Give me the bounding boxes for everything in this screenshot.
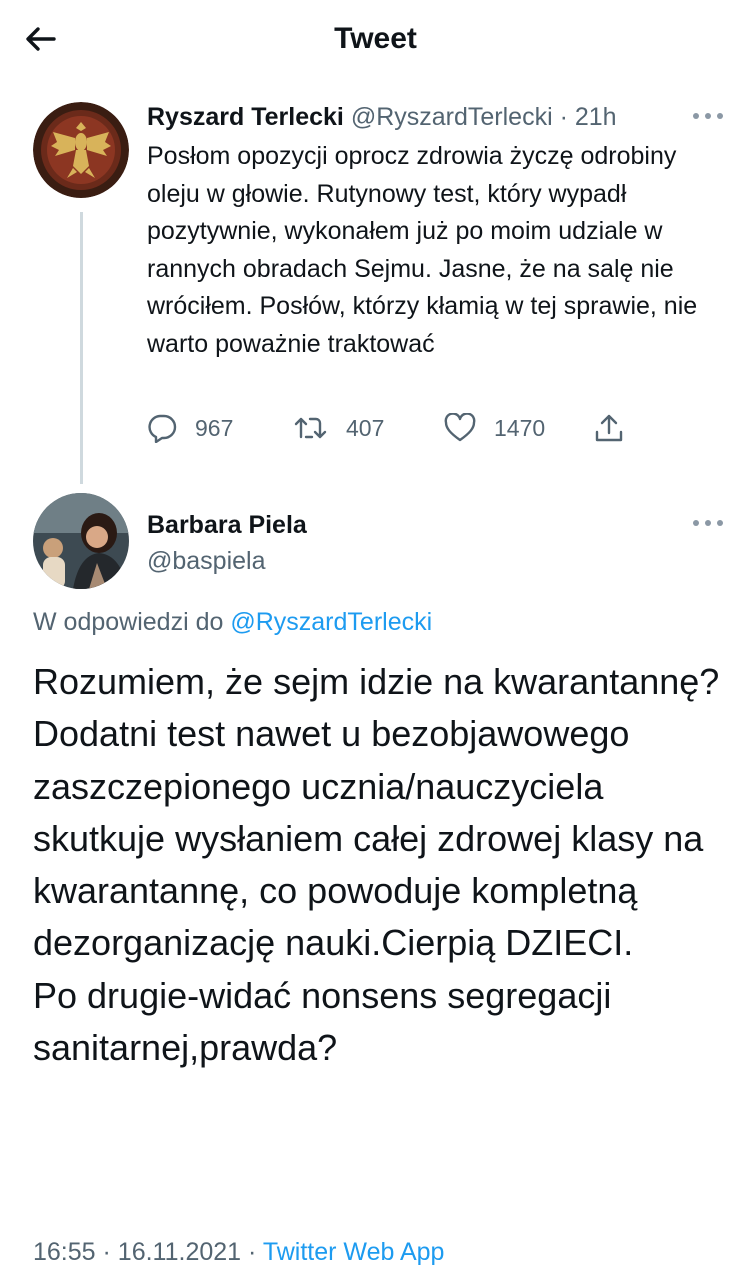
retweet-count: 407 [346,414,385,441]
tweet-time[interactable]: 16:55 [33,1238,96,1266]
share-button[interactable] [593,410,625,446]
replying-to-label: W odpowiedzi do [33,608,224,636]
page-title: Tweet [334,22,417,55]
replying-to-handle-link[interactable]: @RyszardTerlecki [230,608,432,636]
more-dots-icon [693,113,723,119]
retweet-button[interactable]: 407 [294,410,384,446]
tweet-metadata: 16:55 · 16.11.2021 · Twitter Web App [33,1235,444,1269]
avatar-ryszard-terlecki[interactable] [33,102,129,198]
like-count: 1470 [494,414,546,441]
author-handle[interactable]: @RyszardTerlecki [351,103,553,131]
like-button[interactable]: 1470 [444,410,545,446]
coat-of-arms-icon [33,102,129,198]
more-options-button[interactable] [690,106,730,126]
author-name[interactable]: Ryszard Terlecki [147,103,344,131]
thread-connector-line [80,212,83,484]
meta-separator-2: · [248,1238,257,1266]
share-icon [595,414,623,442]
heart-icon [444,413,476,442]
timestamp[interactable]: 21h [575,103,617,131]
avatar-barbara-piela[interactable] [33,493,129,589]
separator: · [559,103,568,131]
reply-author-name[interactable]: Barbara Piela [147,508,307,542]
original-tweet-text: Posłom opozycji oprocz zdrowia życzę odr… [147,142,698,358]
more-dots-icon [693,520,723,526]
reply-more-options-button[interactable] [690,513,730,533]
tweet-source-link[interactable]: Twitter Web App [263,1238,445,1266]
reply-author-handle[interactable]: @baspiela [147,544,266,578]
reply-button[interactable]: 967 [147,410,233,446]
reply-icon [148,414,177,443]
replying-to-line: W odpowiedzi do @RyszardTerlecki [33,605,432,639]
top-bar: Tweet [0,0,751,80]
tweet-date[interactable]: 16.11.2021 [118,1238,241,1266]
reply-tweet-text: Rozumiem, że sejm idzie na kwarantannę? … [33,661,720,1069]
reply-count: 967 [195,414,234,441]
original-tweet-header: Ryszard Terlecki @RyszardTerlecki · 21h [147,99,617,135]
profile-photo-icon [33,493,129,589]
meta-separator-1: · [102,1238,111,1266]
retweet-icon [294,417,327,439]
